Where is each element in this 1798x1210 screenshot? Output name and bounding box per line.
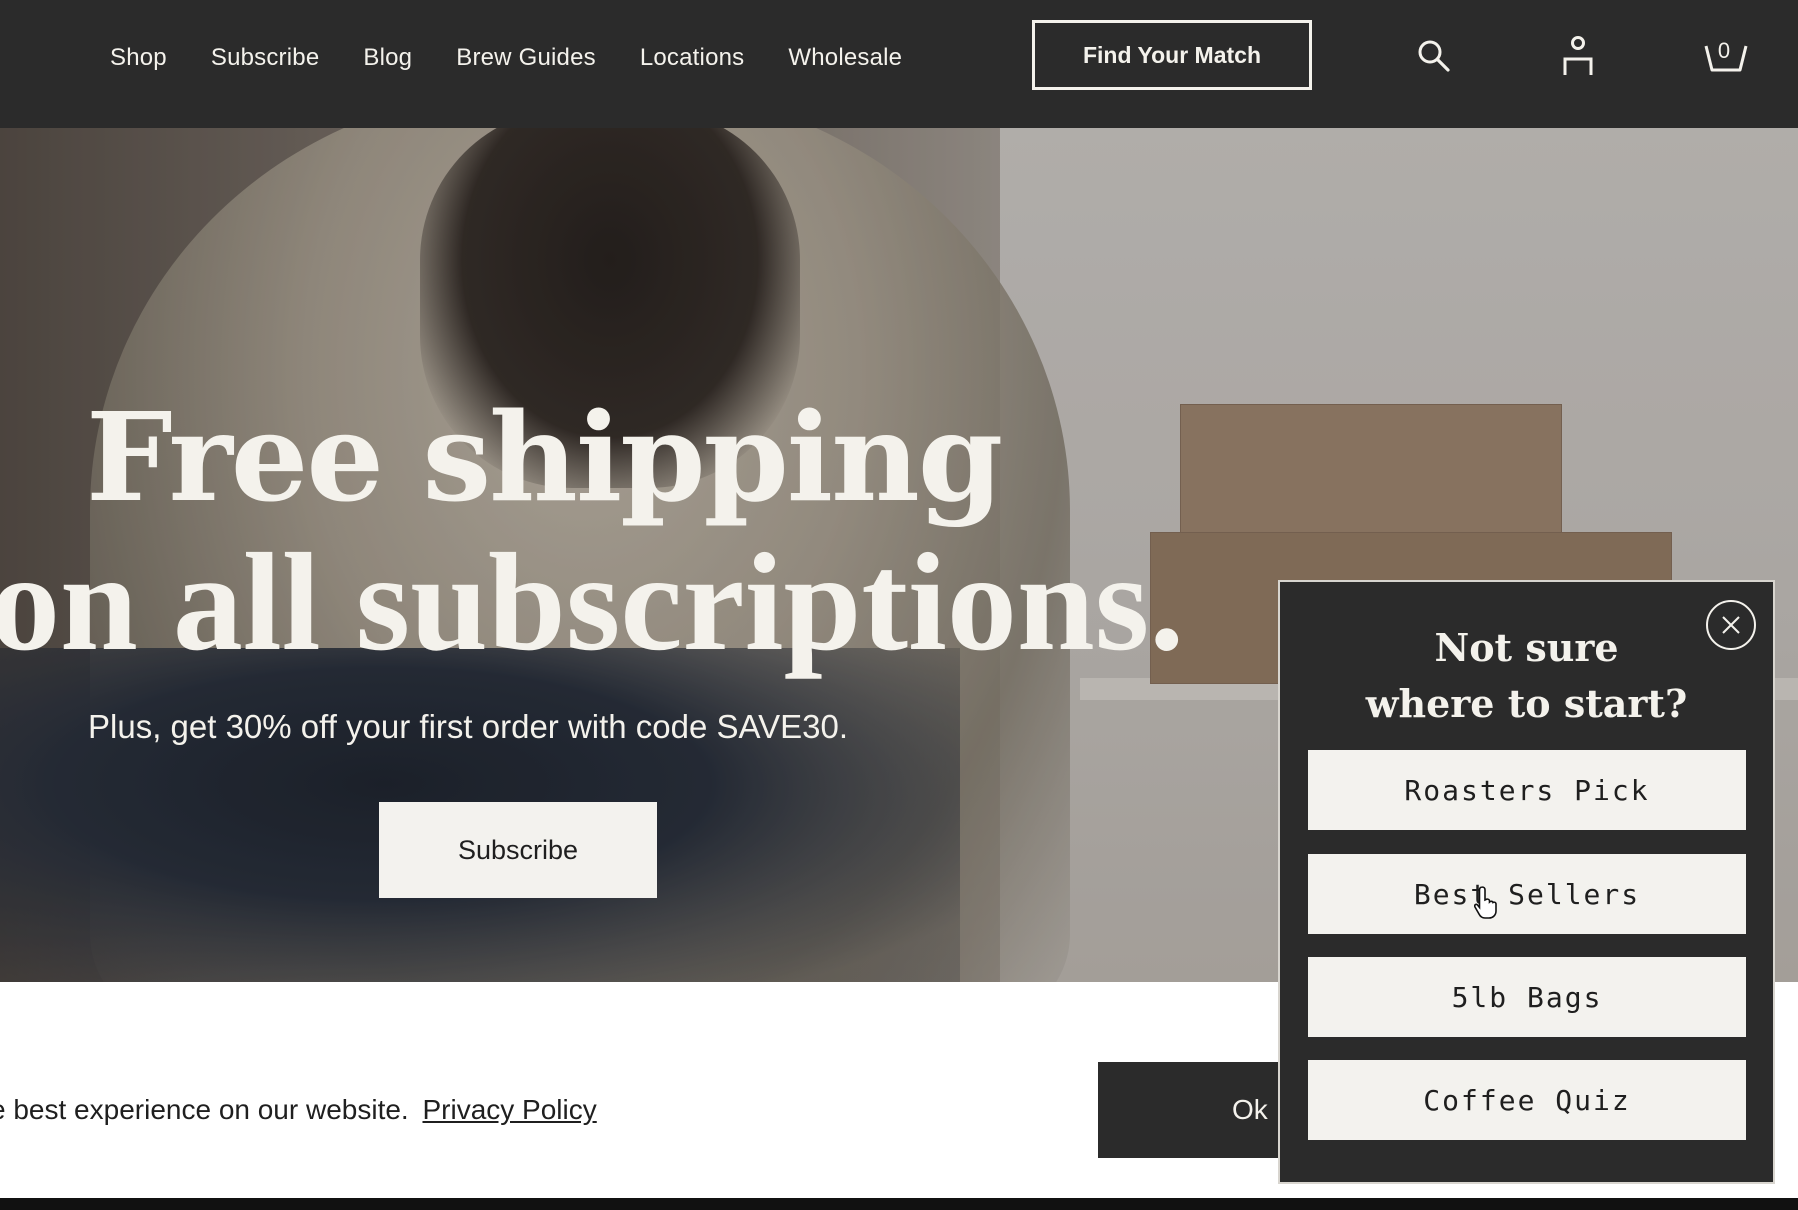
cookie-ok-button[interactable]: Ok — [1098, 1062, 1278, 1158]
find-your-match-button[interactable]: Find Your Match — [1032, 20, 1312, 90]
bottom-edge — [0, 1198, 1798, 1210]
popup-title-line2: where to start? — [1365, 681, 1688, 726]
best-sellers-button[interactable]: Best Sellers — [1308, 854, 1746, 934]
search-icon[interactable] — [1412, 32, 1456, 80]
account-icon[interactable] — [1556, 32, 1600, 80]
cart-count: 0 — [1717, 38, 1731, 63]
5lb-bags-button[interactable]: 5lb Bags — [1308, 957, 1746, 1037]
roasters-pick-button[interactable]: Roasters Pick — [1308, 750, 1746, 830]
nav-subscribe[interactable]: Subscribe — [211, 44, 320, 72]
popup-title: Not sure where to start? — [1280, 620, 1773, 732]
coffee-quiz-button[interactable]: Coffee Quiz — [1308, 1060, 1746, 1140]
hero-title-line2: on all subscriptions. — [0, 525, 1185, 680]
cookie-message-text: e best experience on our website. — [0, 1094, 409, 1125]
nav-locations[interactable]: Locations — [640, 44, 745, 72]
nav-blog[interactable]: Blog — [363, 44, 412, 72]
privacy-policy-link[interactable]: Privacy Policy — [422, 1094, 596, 1125]
nav-brew-guides[interactable]: Brew Guides — [456, 44, 596, 72]
main-nav: Shop Subscribe Blog Brew Guides Location… — [110, 0, 902, 116]
popup-title-line1: Not sure — [1434, 625, 1619, 670]
nav-shop[interactable]: Shop — [110, 44, 167, 72]
hero-subtitle: Plus, get 30% off your first order with … — [88, 708, 848, 745]
hero-subscribe-button[interactable]: Subscribe — [379, 802, 657, 898]
cookie-message: e best experience on our website. Privac… — [0, 1094, 597, 1126]
cart-icon[interactable]: 0 — [1702, 32, 1750, 80]
help-popup: Not sure where to start? Roasters Pick B… — [1278, 580, 1775, 1184]
nav-wholesale[interactable]: Wholesale — [788, 44, 902, 72]
site-header: Shop Subscribe Blog Brew Guides Location… — [0, 0, 1798, 128]
hero-title-line1: Free shipping — [86, 385, 1003, 529]
